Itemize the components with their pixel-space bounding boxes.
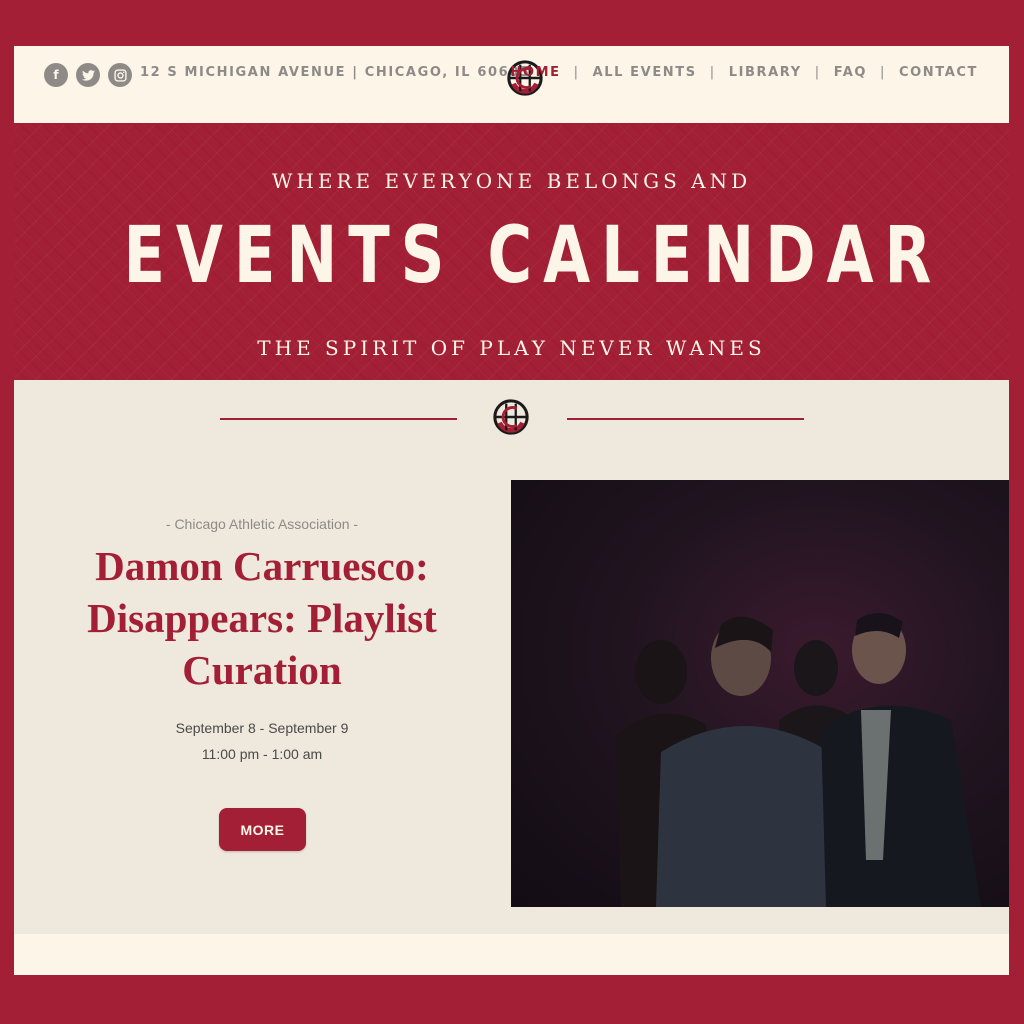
event-photo[interactable] <box>511 480 1009 907</box>
top-bar: f 12 S MICHIGAN AVENUE | CHICAGO, IL 606… <box>14 46 1009 123</box>
event-venue: - Chicago Athletic Association - <box>165 516 359 532</box>
instagram-icon[interactable] <box>108 63 132 87</box>
main-nav: HOME | ALL EVENTS | LIBRARY | FAQ | CONT… <box>510 65 978 80</box>
event-times: 11:00 pm - 1:00 am <box>201 746 323 762</box>
divider-logo-icon <box>492 398 530 440</box>
nav-home[interactable]: HOME <box>510 65 560 80</box>
nav-library[interactable]: LIBRARY <box>729 65 802 80</box>
address-text: 12 S MICHIGAN AVENUE | CHICAGO, IL 60603 <box>140 65 531 80</box>
nav-all-events[interactable]: ALL EVENTS <box>593 65 697 80</box>
facebook-icon[interactable]: f <box>44 63 68 87</box>
bottom-strip <box>14 934 1009 975</box>
hero-tagline-top: WHERE EVERYONE BELONGS AND <box>271 169 752 193</box>
nav-separator: | <box>814 65 821 80</box>
social-links: f <box>44 63 132 87</box>
nav-separator: | <box>880 65 886 80</box>
nav-separator: | <box>709 65 716 80</box>
page-title: EVENTS CALENDAR <box>123 211 943 301</box>
nav-separator: | <box>573 65 580 80</box>
twitter-icon[interactable] <box>76 63 100 87</box>
more-button[interactable]: MORE <box>219 808 306 851</box>
divider-line-right <box>567 418 804 420</box>
event-dates: September 8 - September 9 <box>175 720 349 736</box>
divider-line-left <box>220 418 457 420</box>
event-title[interactable]: Damon Carruesco: Disappears: Playlist Cu… <box>54 540 470 696</box>
hero-tagline-bottom: THE SPIRIT OF PLAY NEVER WANES <box>257 336 766 360</box>
page-frame: f 12 S MICHIGAN AVENUE | CHICAGO, IL 606… <box>14 46 1009 975</box>
hero-banner: WHERE EVERYONE BELONGS AND EVENTS CALEND… <box>14 123 1009 380</box>
nav-faq[interactable]: FAQ <box>834 65 867 80</box>
nav-contact[interactable]: CONTACT <box>899 65 978 80</box>
